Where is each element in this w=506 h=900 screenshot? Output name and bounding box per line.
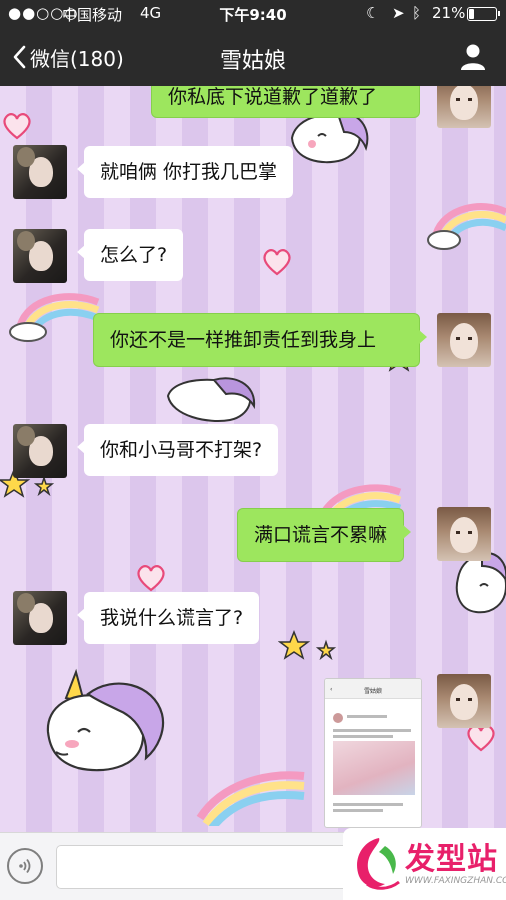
image-mini-line (333, 729, 411, 732)
heart-sticker-icon (467, 725, 495, 752)
image-mini-line (333, 803, 403, 806)
voice-button[interactable] (7, 848, 43, 884)
contact-avatar[interactable] (13, 591, 67, 645)
image-mini-nav: ‹ 雪姑娘 (325, 679, 421, 699)
image-mini-avatar (333, 713, 343, 723)
message-bubble-self[interactable]: 你私底下说道歉了道歉了 (151, 86, 420, 118)
battery-icon (467, 7, 500, 21)
message-bubble-contact[interactable]: 怎么了? (76, 229, 184, 281)
contact-avatar[interactable] (13, 229, 67, 283)
self-avatar[interactable] (437, 674, 491, 728)
unicorn-sticker-icon (166, 377, 256, 422)
self-avatar[interactable] (437, 313, 491, 367)
self-avatar[interactable] (437, 86, 491, 128)
rainbow-sticker-icon (427, 203, 506, 250)
status-bar: ●●○○○ 中国移动 4G 下午9:40 ☾ ➤ ᛒ 21% (0, 0, 506, 28)
bluetooth-icon: ᛒ (412, 4, 422, 22)
image-message-screenshot[interactable]: ‹ 雪姑娘 (324, 678, 422, 828)
battery-fill (469, 9, 474, 19)
moon-icon: ☾ (366, 4, 380, 22)
image-mini-photo (333, 741, 415, 795)
message-bubble-contact[interactable]: 你和小马哥不打架? (76, 424, 279, 476)
rainbow-sticker-icon (9, 293, 100, 342)
message-text: 满口谎言不累嘛 (254, 524, 388, 546)
voice-icon (19, 858, 31, 874)
rainbow-sticker-icon (196, 771, 305, 826)
image-mini-title: 雪姑娘 (363, 688, 382, 695)
heart-sticker-icon (263, 249, 291, 276)
message-text: 你还不是一样推卸责任到我身上 (110, 329, 377, 351)
star-sticker-icon (278, 630, 337, 661)
battery-percent: 21% (432, 4, 466, 22)
heart-sticker-icon (3, 113, 31, 140)
image-mini-line (333, 809, 383, 812)
image-mini-line (347, 715, 387, 718)
clock: 下午9:40 (219, 6, 287, 24)
chat-area[interactable]: 你私底下说道歉了道歉了 就咱俩 你打我几巴掌 怎么了? 你还不是一样推卸责任到我… (0, 86, 506, 832)
watermark: 发型站 WWW.FAXINGZHAN.COM (343, 828, 506, 900)
image-mini-line (333, 735, 393, 738)
message-text: 我说什么谎言了? (100, 607, 244, 629)
message-text: 你和小马哥不打架? (100, 439, 263, 461)
message-bubble-contact[interactable]: 就咱俩 你打我几巴掌 (76, 146, 294, 198)
self-avatar[interactable] (437, 507, 491, 561)
message-text: 就咱俩 你打我几巴掌 (100, 161, 278, 183)
message-bubble-self[interactable]: 你还不是一样推卸责任到我身上 (93, 313, 427, 367)
message-text: 你私底下说道歉了道歉了 (168, 86, 378, 108)
watermark-logo-icon (357, 838, 400, 890)
message-bubble-contact[interactable]: 我说什么谎言了? (76, 592, 260, 644)
profile-icon[interactable] (458, 42, 488, 72)
watermark-brand: 发型站 (405, 842, 498, 877)
chat-title: 雪姑娘 (219, 49, 286, 74)
chat-header: 微信(180) 雪姑娘 (0, 28, 506, 86)
watermark-url: WWW.FAXINGZHAN.COM (405, 876, 506, 886)
contact-avatar[interactable] (13, 145, 67, 199)
message-bubble-self[interactable]: 满口谎言不累嘛 (237, 508, 412, 562)
contact-avatar[interactable] (13, 424, 67, 478)
message-text: 怎么了? (100, 244, 168, 266)
heart-sticker-icon (137, 565, 165, 592)
location-icon: ➤ (392, 4, 405, 22)
unicorn-sticker-icon (46, 668, 165, 772)
